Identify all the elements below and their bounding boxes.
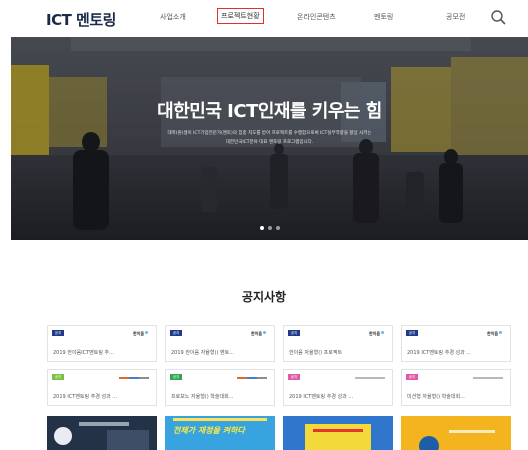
hero-title: 대한민국 ICT인재를 키우는 힘 — [157, 101, 382, 122]
notice-badge: 공지 — [288, 330, 300, 336]
hero-subtitle-line2: 대한민국ICT분야 대표 멘토링 프로그램입니다. — [225, 140, 314, 145]
nav-item-online-content[interactable]: 온라인콘텐츠 — [297, 12, 336, 22]
hanium-logo: 한이음 — [487, 331, 502, 337]
notice-card[interactable]: 공지 프로보노 자율형() 학술대회... — [165, 369, 275, 406]
notice-badge: 공지 — [170, 374, 182, 380]
nav-item-mentoring[interactable]: 멘토링 — [374, 12, 393, 22]
nav-item-projects[interactable]: 프로젝트현황 — [217, 8, 264, 24]
hanium-logo: 한이음 — [251, 331, 266, 337]
partner-logo — [119, 377, 149, 379]
notice-thumbnail[interactable] — [47, 416, 157, 450]
nav-item-contest[interactable]: 공모전 — [446, 12, 465, 22]
notice-badge: 공지 — [170, 330, 182, 336]
notice-badge: 공지 — [406, 374, 418, 380]
notice-card[interactable]: 공지 한이음 한이음 자율형() 프로젝트 — [283, 325, 393, 362]
notice-caption: 2019 ICT멘토링 추경 성과 ... — [53, 394, 118, 400]
notice-card[interactable]: 공지 한이음 2019 한이음ICT멘토링 추... — [47, 325, 157, 362]
notice-card[interactable]: 공지 2019 ICT멘토링 추경 성과 ... — [283, 369, 393, 406]
notice-card[interactable]: 공지 미션형 자율형() 학술대회... — [401, 369, 511, 406]
hero-banner[interactable]: 대한민국 ICT인재를 키우는 힘 대학(원)생이 ICT기업전문가(멘토)의 … — [11, 37, 528, 240]
partner-logo — [355, 377, 385, 379]
main-nav: 사업소개 프로젝트현황 온라인콘텐츠 멘토링 공모전 — [0, 8, 528, 26]
notice-card[interactable]: 공지 한이음 2019 ICT멘토링 추경 성과 ... — [401, 325, 511, 362]
notice-thumbnail[interactable]: 전체가 재정을 켜하다 — [165, 416, 275, 450]
poster-thumbnail-image — [283, 416, 393, 450]
notice-badge: 공지 — [288, 374, 300, 380]
notice-thumbnail[interactable] — [283, 416, 393, 450]
notice-badge: 공지 — [52, 330, 64, 336]
notice-badge: 공지 — [406, 330, 418, 336]
notice-section-title: 공지사항 — [241, 290, 287, 304]
nav-item-about[interactable]: 사업소개 — [160, 12, 186, 22]
event-thumbnail-image — [401, 416, 511, 450]
notice-caption: 2019 한이음 자율형() 멘토... — [171, 350, 234, 356]
partner-logo — [473, 377, 503, 379]
partner-logo — [237, 377, 267, 379]
slide-indicator — [11, 215, 528, 234]
notice-caption: 미션형 자율형() 학술대회... — [407, 394, 465, 400]
search-icon[interactable] — [490, 9, 506, 25]
slide-dot[interactable] — [267, 226, 272, 230]
site-header: ICT 멘토링 사업소개 프로젝트현황 온라인콘텐츠 멘토링 공모전 — [0, 0, 528, 36]
slide-dot[interactable] — [275, 226, 280, 230]
notice-caption: 2019 ICT멘토링 추경 성과 ... — [407, 350, 472, 356]
notice-thumbnail[interactable] — [401, 416, 511, 450]
notice-card[interactable]: 공지 2019 ICT멘토링 추경 성과 ... — [47, 369, 157, 406]
notice-caption: 한이음 자율형() 프로젝트 — [289, 350, 343, 356]
notice-caption: 프로보노 자율형() 학술대회... — [171, 394, 234, 400]
notice-caption: 2019 한이음ICT멘토링 추... — [53, 350, 114, 356]
notice-badge: 공지 — [52, 374, 64, 380]
notice-card[interactable]: 공지 한이음 2019 한이음 자율형() 멘토... — [165, 325, 275, 362]
thumbnail-headline: 전체가 재정을 켜하다 — [173, 426, 245, 435]
notice-caption: 2019 ICT멘토링 추경 성과 ... — [289, 394, 354, 400]
video-thumbnail-image — [47, 416, 157, 450]
hero-subtitle-line1: 대학(원)생이 ICT기업전문가(멘토)의 집중 지도를 받아 프로젝트를 수행… — [167, 131, 372, 136]
hanium-logo: 한이음 — [133, 331, 148, 337]
hanium-logo: 한이음 — [369, 331, 384, 337]
slide-dot[interactable] — [259, 226, 264, 230]
